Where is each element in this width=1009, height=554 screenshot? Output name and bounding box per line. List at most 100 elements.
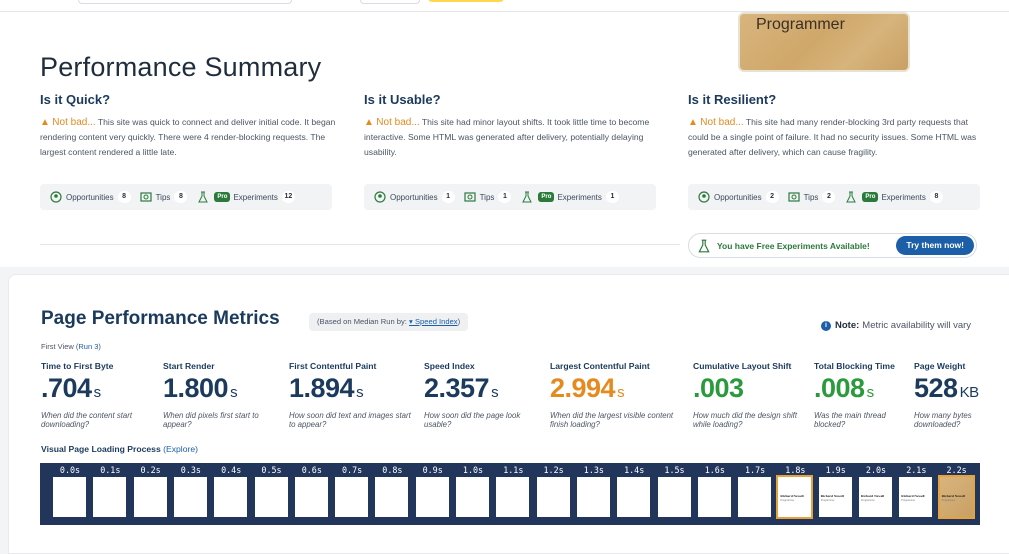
metric-description: How many bytes downloaded? [914,411,972,429]
tips-link[interactable]: Tips 2 [787,191,836,203]
filmstrip-frame[interactable]: 1.6s [695,463,735,525]
metric-description: When did the content start downloading? [41,411,133,429]
performance-summary-title: Performance Summary [40,52,322,82]
frame-thumbnail [133,477,167,517]
frame-thumbnail [738,477,772,517]
quick-description: ▲ Not bad... This site was quick to conn… [40,115,336,160]
frame-thumbnail [496,477,530,517]
opportunities-link[interactable]: Opportunities 1 [374,191,455,203]
metric-title: Time to First Byte [41,361,114,371]
filmstrip-frame[interactable]: 1.8s Richard Newell Programmer [775,463,815,525]
metric-value: 528 KB [914,373,979,403]
tips-count: 8 [174,191,188,203]
try-them-now-button[interactable]: Try them now! [896,236,974,255]
experiments-link[interactable]: Pro Experiments 8 [844,191,943,203]
opportunities-label: Opportunities [390,192,438,202]
frame-thumbnail: Richard Newell Programmer [859,477,892,517]
frame-time-label: 1.5s [664,465,685,475]
pro-badge: Pro [862,192,879,202]
filmstrip-frame[interactable]: 2.2s Richard Newell Programmer [937,463,977,525]
filmstrip-frame[interactable]: 0.9s [413,463,453,525]
filmstrip-frame[interactable]: 1.0s [453,463,493,525]
filmstrip-frame[interactable]: 1.1s [493,463,533,525]
speed-index-dropdown[interactable]: ▾ Speed Index [409,317,458,326]
filmstrip-frame[interactable]: 0.0s [50,463,90,525]
run-link[interactable]: Run 3 [78,342,98,351]
frame-thumbnail [456,477,489,517]
tips-label: Tips [479,192,495,202]
metric-value: .008 s [814,373,874,403]
filmstrip[interactable]: 0.0s 0.1s 0.2s 0.3s 0.4s 0.5s 0.6s 0.7s 0.8s 0.9s… [40,463,980,525]
metric-title: Cumulative Layout Shift [693,361,792,371]
experiments-link[interactable]: Pro Experiments 12 [196,191,295,203]
resilient-description: ▲ Not bad... This site had many render-b… [688,115,984,160]
start-test-button-edge[interactable] [428,0,504,2]
flask-icon [522,191,533,203]
filmstrip-frame[interactable]: 1.7s [735,463,775,525]
frame-time-label: 2.0s [865,465,887,475]
visual-loading-text: Visual Page Loading Process [41,444,164,454]
experiments-label: Experiments [557,192,602,202]
frame-thumbnail [53,477,86,517]
metric-value: 2.357 s [424,373,499,403]
note-label: Note: [835,320,860,331]
filmstrip-frame[interactable]: 0.5s [252,463,292,525]
experiments-link[interactable]: Pro Experiments 1 [520,191,619,203]
metric-value: 1.894 s [289,373,364,403]
search-field-edge[interactable] [78,0,292,4]
metric-tbt: Total Blocking Time .008 s Was the main t… [814,361,906,429]
opportunities-count: 1 [441,191,455,203]
metric-speed-index: Speed Index 2.357 s How soon did the page… [424,361,540,429]
frame-thumbnail [173,477,207,517]
filmstrip-frame[interactable]: 1.4s [614,463,654,525]
metric-description: Was the main thread blocked? [814,411,886,429]
opportunities-icon [374,191,386,203]
opportunities-label: Opportunities [66,192,114,202]
opportunities-icon [50,191,62,203]
frame-sub-text: Programmer [941,499,956,502]
experiments-count: 12 [281,191,295,203]
filmstrip-frame[interactable]: 1.2s [534,463,574,525]
frame-thumbnail [93,477,127,517]
select-field-edge[interactable] [360,0,420,4]
filmstrip-frame[interactable]: 0.3s [171,463,211,525]
filmstrip-frame[interactable]: 0.2s [131,463,171,525]
frame-thumbnail [536,477,570,517]
filmstrip-frame[interactable]: 2.1s Richard Newell Programmer [896,463,936,525]
frame-time-label: 1.7s [745,465,766,475]
filmstrip-frame[interactable]: 1.9s Richard Newell Programmer [816,463,856,525]
metric-description: How soon did the page look usable? [424,411,521,429]
opportunities-label: Opportunities [714,192,762,202]
filmstrip-frame[interactable]: 0.7s [332,463,372,525]
metric-page-weight: Page Weight 528 KB How many bytes downloa… [914,361,1004,429]
frame-time-label: 1.2s [543,465,564,475]
filmstrip-frame[interactable]: 0.4s [211,463,251,525]
usable-description: ▲ Not bad... This site had minor layout … [364,115,660,160]
frame-time-label: 1.4s [624,465,645,475]
filmstrip-frame[interactable]: 2.0s Richard Newell Programmer [856,463,896,525]
filmstrip-frame[interactable]: 0.8s [372,463,412,525]
warning-icon: ▲ [40,117,50,128]
opportunities-link[interactable]: Opportunities 8 [50,191,131,203]
frame-thumbnail [294,477,328,517]
metric-value: 2.994 s [550,373,625,403]
performance-summary-section: Programmer Performance Summary Is it Qui… [0,12,1009,267]
explore-link[interactable]: (Explore) [163,444,198,454]
filmstrip-frame[interactable]: 0.1s [90,463,130,525]
metric-lcp: Largest Contentful Paint 2.994 s When did… [550,361,678,429]
opportunities-link[interactable]: Opportunities 2 [698,191,779,203]
tips-link[interactable]: Tips 1 [463,191,512,203]
filmstrip-frame[interactable]: 1.5s [655,463,695,525]
filmstrip-frame[interactable]: 0.6s [292,463,332,525]
quick-status: Not bad... [52,117,96,128]
frame-sub-text: Programmer [901,499,916,502]
metric-description: When did the largest visible content fin… [550,411,674,429]
metric-cls: Cumulative Layout Shift .003 How much di… [693,361,805,429]
tips-count: 1 [498,191,512,203]
frame-time-label: 1.6s [704,465,725,475]
usable-links-bar: Opportunities 1 Tips 1 Pro Experiments 1 [364,184,656,210]
opportunities-icon [698,191,710,203]
tips-link[interactable]: Tips 8 [139,191,188,203]
filmstrip-frame[interactable]: 1.3s [574,463,614,525]
frame-thumbnail [335,477,369,517]
